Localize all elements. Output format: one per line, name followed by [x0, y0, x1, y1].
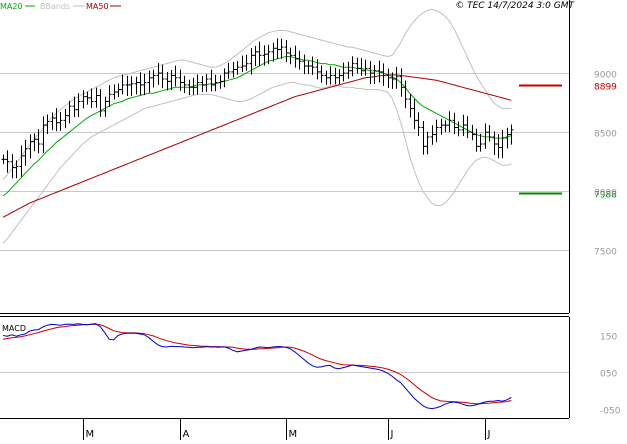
price-y-tick: 9000	[594, 71, 617, 81]
x-tick-label: M	[86, 429, 95, 440]
price-y-tick: 8500	[594, 130, 617, 140]
chart-svg: MA20 BBands MA50 © TEC 14/7/2024 3:0 GMT…	[0, 0, 627, 440]
resistance-level-label: 8899	[594, 83, 617, 93]
legend-bbands-label: BBands	[40, 2, 70, 11]
legend-ma20-label: MA20	[0, 2, 23, 11]
source-stamp: © TEC 14/7/2024 3:0 GMT	[455, 1, 575, 11]
x-tick-label: M	[289, 429, 298, 440]
x-tick-label: J	[390, 429, 394, 440]
x-tick-label: A	[183, 429, 190, 440]
macd-title: MACD	[2, 324, 26, 333]
legend: MA20 BBands MA50	[0, 2, 121, 11]
stock-chart: MA20 BBands MA50 © TEC 14/7/2024 3:0 GMT…	[0, 0, 627, 440]
price-y-tick: 7500	[594, 248, 617, 258]
macd-y-tick: 150	[600, 333, 617, 343]
x-tick-label: J	[487, 429, 491, 440]
legend-ma50-label: MA50	[86, 2, 109, 11]
price-y-tick: 8000	[594, 189, 617, 199]
macd-y-tick: 050	[600, 370, 617, 380]
macd-y-tick: -050	[600, 407, 621, 417]
